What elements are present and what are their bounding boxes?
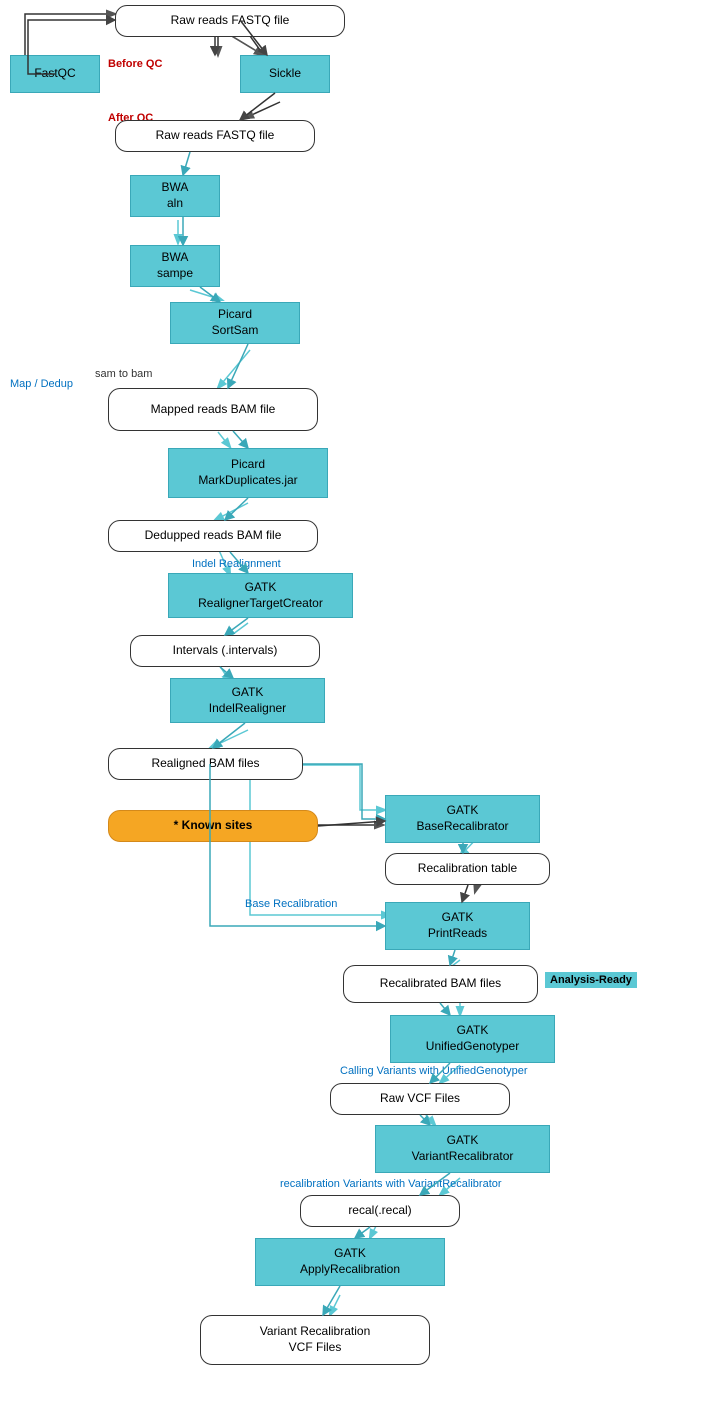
base-recalibration-label: Base Recalibration: [245, 898, 337, 910]
raw-reads-fastq-bottom: Raw reads FASTQ file: [115, 120, 315, 152]
calling-variants-label: Calling Variants with UnifiedGenotyper: [340, 1065, 528, 1077]
recalibrated-bam-box: Recalibrated BAM files: [343, 965, 538, 1003]
map-dedup-label: Map / Dedup: [10, 378, 73, 390]
mapped-reads-bam-box: Mapped reads BAM file: [108, 388, 318, 431]
bwa-aln-box: BWAaln: [130, 175, 220, 217]
gatk-apply-recalibration-box: GATKApplyRecalibration: [255, 1238, 445, 1286]
recal-recal-box: recal(.recal): [300, 1195, 460, 1227]
raw-reads-fastq-top: Raw reads FASTQ file: [115, 5, 345, 37]
picard-sortsam-box: PicardSortSam: [170, 302, 300, 344]
before-qc-label: Before QC: [108, 58, 162, 70]
fastqc-box: FastQC: [10, 55, 100, 93]
realigned-bam-box: Realigned BAM files: [108, 748, 303, 780]
analysis-ready-label: Analysis-Ready: [545, 972, 637, 988]
known-sites-box: * Known sites: [108, 810, 318, 842]
gatk-indel-realigner-box: GATKIndelRealigner: [170, 678, 325, 723]
sickle-box: Sickle: [240, 55, 330, 93]
bwa-sampe-box: BWAsampe: [130, 245, 220, 287]
recalibration-variants-label: recalibration Variants with VariantRecal…: [280, 1178, 502, 1190]
pipeline-diagram: Raw reads FASTQ file FastQC Before QC Si…: [0, 0, 722, 1406]
variant-recalibration-vcf-box: Variant RecalibrationVCF Files: [200, 1315, 430, 1365]
sam-to-bam-label: sam to bam: [95, 368, 152, 380]
recalibration-table-box: Recalibration table: [385, 853, 550, 885]
gatk-realigner-target-box: GATKRealignerTargetCreator: [168, 573, 353, 618]
gatk-unified-genotyper-box: GATKUnifiedGenotyper: [390, 1015, 555, 1063]
intervals-box: Intervals (.intervals): [130, 635, 320, 667]
gatk-print-reads-box: GATKPrintReads: [385, 902, 530, 950]
gatk-base-recalibrator-box: GATKBaseRecalibrator: [385, 795, 540, 843]
dedupped-reads-bam-box: Dedupped reads BAM file: [108, 520, 318, 552]
raw-vcf-box: Raw VCF Files: [330, 1083, 510, 1115]
indel-realignment-label: Indel Realignment: [192, 558, 281, 570]
picard-markdup-box: PicardMarkDuplicates.jar: [168, 448, 328, 498]
gatk-variant-recalibrator-box: GATKVariantRecalibrator: [375, 1125, 550, 1173]
